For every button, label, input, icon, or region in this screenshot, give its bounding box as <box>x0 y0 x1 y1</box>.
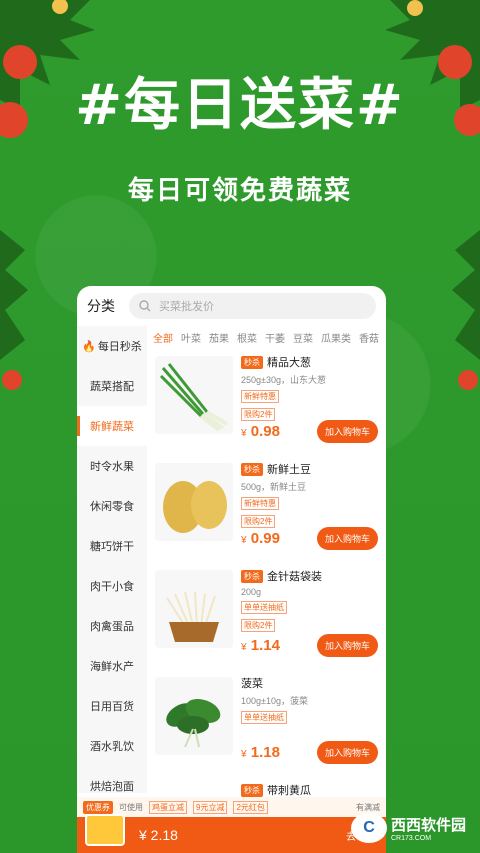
promo-tag: 新鲜特惠 <box>241 390 279 403</box>
sidebar-item-drinks[interactable]: 酒水乳饮 <box>77 726 147 766</box>
product-price: ¥ 1.18 <box>241 744 280 761</box>
sidebar-item-daily-goods[interactable]: 日用百货 <box>77 686 147 726</box>
product-spec: 250g±30g，山东大葱 <box>241 375 326 385</box>
cart-total: ¥ 2.18 <box>139 827 178 843</box>
coupon-chip: 9元立减 <box>193 800 228 814</box>
product-name: 金针菇袋装 <box>267 571 322 583</box>
add-to-cart-button[interactable]: 加入购物车 <box>316 741 378 764</box>
tab-root[interactable]: 根菜 <box>237 330 257 345</box>
flash-sale-badge: 秒杀 <box>241 783 263 797</box>
list-item[interactable]: 秒杀 金针菇袋装 200g 单单送抽纸 限购2件 ¥ 1.14 加入购物车 <box>147 562 386 669</box>
search-input[interactable]: 买菜批发价 <box>129 293 376 319</box>
enoki-mushroom-image <box>155 570 233 648</box>
watermark: C 西西软件园 CR173.COM <box>350 813 466 843</box>
sidebar-item-fruit[interactable]: 时令水果 <box>77 446 147 486</box>
sidebar-item-label: 海鲜水产 <box>90 661 134 673</box>
hero-title: #每日送菜# <box>75 73 405 138</box>
list-item[interactable]: 秒杀 新鲜土豆 500g，新鲜土豆 新鲜特惠 限购2件 ¥ 0.99 加入购物车 <box>147 455 386 562</box>
sidebar-item-label: 酒水乳饮 <box>90 741 134 753</box>
product-spec: 100g±10g，菠菜 <box>241 696 308 706</box>
coupon-label: 可使用 <box>119 802 143 812</box>
coupon-chip: 鸡蛋立减 <box>149 800 187 814</box>
tab-melons[interactable]: 瓜果类 <box>321 330 351 345</box>
potato-image <box>155 463 233 541</box>
coupon-badge: 优惠券 <box>83 800 113 814</box>
sidebar-item-seafood[interactable]: 海鲜水产 <box>77 646 147 686</box>
sidebar-item-label: 休闲零食 <box>90 501 134 513</box>
sidebar-item-label: 糖巧饼干 <box>90 541 134 553</box>
hero-subtitle: 每日可领免费蔬菜 <box>127 176 352 206</box>
category-title: 分类 <box>87 298 115 314</box>
sidebar-item-jerky[interactable]: 肉干小食 <box>77 566 147 606</box>
watermark-url: CR173.COM <box>390 835 432 842</box>
sidebar-item-fresh-veg[interactable]: 新鲜蔬菜 <box>77 406 147 446</box>
sidebar-item-label: 蔬菜搭配 <box>90 381 134 393</box>
watermark-logo: C <box>350 813 387 843</box>
promo-tag: 新鲜特惠 <box>241 497 279 510</box>
coupon-tail: 有满减 <box>356 802 380 812</box>
cart-icon[interactable] <box>85 814 125 846</box>
sidebar-item-label: 日用百货 <box>90 701 134 713</box>
tab-mushroom[interactable]: 香菇 <box>359 330 379 345</box>
promo-tag: 单单送抽纸 <box>241 711 287 724</box>
product-price: ¥ 0.99 <box>241 530 280 547</box>
promo-tag: 单单送抽纸 <box>241 601 287 614</box>
spinach-image <box>155 677 233 755</box>
search-icon <box>139 300 151 312</box>
limit-tag: 限购2件 <box>241 619 276 632</box>
sidebar-item-snacks[interactable]: 休闲零食 <box>77 486 147 526</box>
top-bar: 分类 买菜批发价 <box>77 286 386 326</box>
product-price: ¥ 1.14 <box>241 637 280 654</box>
christmas-branch-icon <box>0 230 28 390</box>
sidebar-item-flash-sale[interactable]: 🔥 每日秒杀 <box>77 326 147 366</box>
category-sidebar: 🔥 每日秒杀 蔬菜搭配 新鲜蔬菜 时令水果 休闲零食 糖巧饼干 肉干小食 肉禽蛋品… <box>77 326 147 793</box>
tab-dried[interactable]: 干萎 <box>265 330 285 345</box>
sidebar-item-veg-combo[interactable]: 蔬菜搭配 <box>77 366 147 406</box>
tab-leafy[interactable]: 叶菜 <box>181 330 201 345</box>
sidebar-item-label: 新鲜蔬菜 <box>90 421 134 433</box>
product-spec: 500g，新鲜土豆 <box>241 482 307 492</box>
cart-bar: ¥ 2.18 去下单 <box>77 814 386 853</box>
scallion-image <box>155 356 233 434</box>
coupon-chip: 2元红包 <box>233 800 268 814</box>
sidebar-item-candy[interactable]: 糖巧饼干 <box>77 526 147 566</box>
product-name: 菠菜 <box>241 678 263 690</box>
watermark-name: 西西软件园 <box>390 817 466 834</box>
product-name: 新鲜土豆 <box>267 464 311 476</box>
app-screen: 分类 买菜批发价 🔥 每日秒杀 蔬菜搭配 新鲜蔬菜 时令水果 休闲零食 糖巧饼干 … <box>77 286 386 853</box>
sidebar-item-label: 每日秒杀 <box>97 341 142 353</box>
tab-beans[interactable]: 豆菜 <box>293 330 313 345</box>
list-item[interactable]: 秒杀 精品大葱 250g±30g，山东大葱 新鲜特惠 限购2件 ¥ 0.98 加入… <box>147 348 386 455</box>
sidebar-item-meat-eggs[interactable]: 肉禽蛋品 <box>77 606 147 646</box>
product-name: 带刺黄瓜 <box>267 785 311 797</box>
product-list: 全部 叶菜 茄果 根菜 干萎 豆菜 瓜果类 香菇 秒杀 精品大葱 250g±30g… <box>147 326 386 798</box>
sidebar-item-label: 肉干小食 <box>90 581 134 593</box>
christmas-branch-icon <box>452 230 480 390</box>
list-item[interactable]: 菠菜 100g±10g，菠菜 单单送抽纸 ¥ 1.18 加入购物车 <box>147 669 386 776</box>
add-to-cart-button[interactable]: 加入购物车 <box>316 634 378 657</box>
sidebar-item-label: 烘焙泡面 <box>90 781 134 793</box>
flame-icon: 🔥 <box>82 340 96 353</box>
sidebar-item-label: 肉禽蛋品 <box>90 621 134 633</box>
subcategory-tabs: 全部 叶菜 茄果 根菜 干萎 豆菜 瓜果类 香菇 <box>147 326 386 348</box>
search-placeholder: 买菜批发价 <box>159 301 214 313</box>
tab-nightshade[interactable]: 茄果 <box>209 330 229 345</box>
sidebar-item-label: 时令水果 <box>90 461 134 473</box>
product-price: ¥ 0.98 <box>241 423 280 440</box>
product-spec: 200g <box>241 587 262 597</box>
flash-sale-badge: 秒杀 <box>241 569 263 583</box>
product-name: 精品大葱 <box>267 357 311 369</box>
flash-sale-badge: 秒杀 <box>241 355 263 369</box>
flash-sale-badge: 秒杀 <box>241 462 263 476</box>
add-to-cart-button[interactable]: 加入购物车 <box>316 420 378 443</box>
tab-all[interactable]: 全部 <box>153 330 173 345</box>
add-to-cart-button[interactable]: 加入购物车 <box>316 527 378 550</box>
